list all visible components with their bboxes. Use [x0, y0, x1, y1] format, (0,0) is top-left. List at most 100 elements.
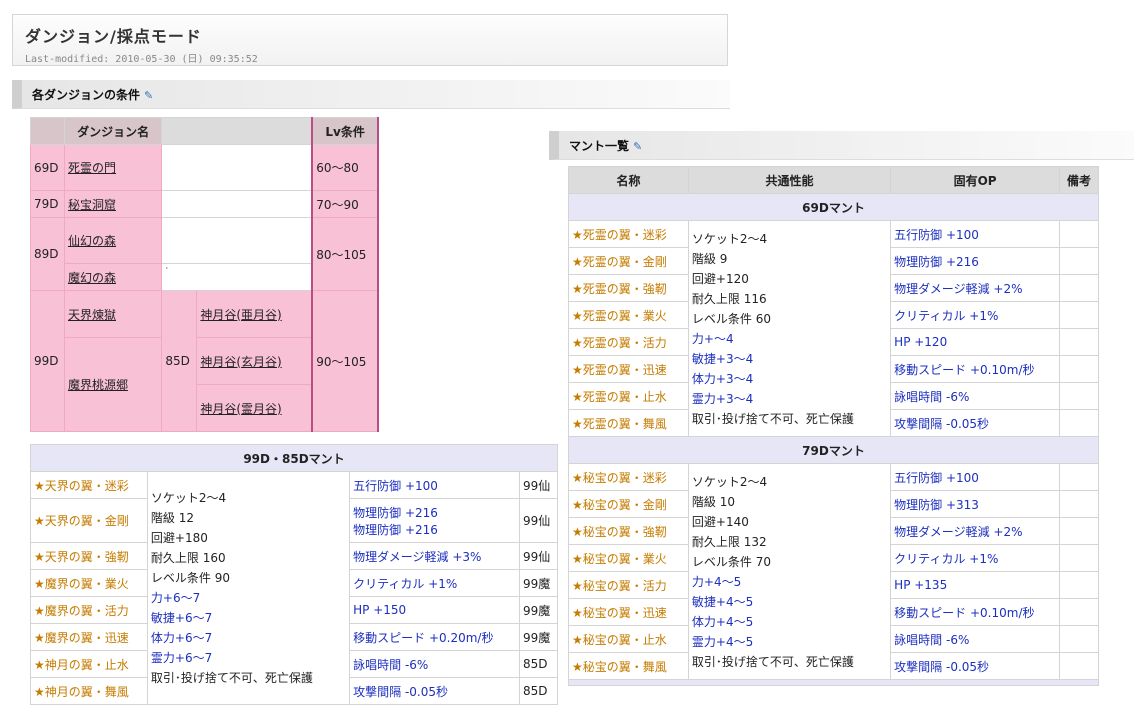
- dungeon-name-link[interactable]: 魔界桃源郷: [63, 337, 163, 432]
- unique-op-value: 詠唱時間 -6%: [353, 657, 429, 672]
- dungeon-code: 89D: [30, 217, 65, 291]
- unique-op: 物理ダメージ軽減 +2%: [890, 517, 1061, 545]
- common-stat-bonus: 力+6～7: [150, 591, 201, 605]
- page-header: ダンジョン/採点モード Last-modified: 2010-05-30 (日…: [12, 14, 728, 66]
- unique-op: 物理防御 +216: [890, 247, 1061, 275]
- sub-dungeon-code: 85D: [161, 290, 198, 432]
- mantle-name: ★死霊の翼・活力: [568, 328, 689, 356]
- dungeon-name-link[interactable]: 天界煉獄: [63, 290, 163, 338]
- unique-op: 詠唱時間 -6%: [349, 650, 520, 678]
- mantle-name: ★魔界の翼・業火: [30, 569, 148, 597]
- col-header-common: 共通性能: [687, 166, 892, 194]
- unique-op-value: HP +150: [353, 603, 407, 617]
- mantle-table-main: 名称 共通性能 固有OP 備考 69Dマント ★死霊の翼・迷彩 ソケット2～4 階級 …: [568, 166, 1099, 686]
- common-stat: 回避+140: [691, 514, 749, 529]
- unique-op: クリティカル +1%: [890, 544, 1061, 572]
- unique-op: 詠唱時間 -6%: [890, 625, 1061, 653]
- unique-op-value: クリティカル +1%: [353, 576, 458, 591]
- table-row: ★死霊の翼・迷彩 ソケット2～4 階級 9 回避+120 耐久上限 116 レベル条件 6…: [568, 220, 1099, 437]
- remark: 85D: [519, 650, 558, 678]
- col-header-name: 名称: [568, 166, 689, 194]
- unique-op: HP +120: [890, 328, 1061, 356]
- unique-op: 移動スピード +0.20m/秒: [349, 623, 520, 651]
- common-stat-bonus: 力+～4: [691, 331, 734, 346]
- group-row: 79Dマント: [568, 436, 1099, 464]
- mantle-name: ★秘宝の翼・止水: [568, 625, 689, 653]
- section-heading-mantle: マント一覧 ✎: [549, 131, 1134, 160]
- mantle-name: ★魔界の翼・迅速: [30, 623, 148, 651]
- table-row: 79D 秘宝洞窟 70～90: [30, 190, 379, 218]
- last-modified: Last-modified: 2010-05-30 (日) 09:35:52: [25, 54, 258, 65]
- remark: [1059, 598, 1099, 626]
- sub-dungeon-link[interactable]: 神月谷(霊月谷): [196, 384, 313, 432]
- remark: [1059, 382, 1099, 410]
- table-row: 99D 天界煉獄 85D 神月谷(亜月谷) 90～105: [30, 290, 379, 432]
- col-header-op: 固有OP: [890, 166, 1061, 194]
- mantle-name: ★秘宝の翼・迷彩: [568, 463, 689, 491]
- unique-op: HP +150: [349, 596, 520, 624]
- common-stat: 回避+180: [150, 531, 208, 545]
- common-stat-bonus: 霊力+4～5: [691, 634, 754, 649]
- mantle-table-99d-85d: 99D・85Dマント ★天界の翼・迷彩 ソケット2～4 階級 12 回避+180 耐久上…: [30, 444, 558, 705]
- remark: 99魔: [519, 569, 558, 597]
- unique-op: 物理防御 +216 物理防御 +216: [349, 498, 520, 543]
- mantle-name: ★秘宝の翼・業火: [568, 544, 689, 572]
- dungeon-name-link[interactable]: 仙幻の森: [63, 217, 163, 264]
- group-header: 79Dマント: [568, 436, 1099, 464]
- unique-op: 移動スピード +0.10m/秒: [890, 598, 1061, 626]
- mantle-name: ★秘宝の翼・迅速: [568, 598, 689, 626]
- mantle-name: ★魔界の翼・活力: [30, 596, 148, 624]
- dungeon-name-link[interactable]: 魔幻の森: [63, 263, 163, 291]
- unique-op: 物理防御 +313: [890, 490, 1061, 518]
- mantle-name: ★死霊の翼・止水: [568, 382, 689, 410]
- remark: [1059, 220, 1099, 248]
- sub-dungeon-link[interactable]: 神月谷(亜月谷): [196, 290, 313, 338]
- common-stat: 耐久上限 116: [691, 291, 767, 306]
- unique-op: クリティカル +1%: [349, 569, 520, 597]
- lv-range: 80～105: [311, 217, 379, 291]
- dungeon-code: 99D: [30, 290, 65, 432]
- sub-dungeon-link[interactable]: 神月谷(玄月谷): [196, 337, 313, 385]
- unique-op-value: 攻撃間隔 -0.05秒: [353, 684, 448, 699]
- remark: [1059, 544, 1099, 572]
- common-stat-bonus: 霊力+3～4: [691, 391, 754, 406]
- mantle-name: ★神月の翼・止水: [30, 650, 148, 678]
- col-header-lv: Lv条件: [311, 117, 379, 145]
- mantle-name: ★死霊の翼・業火: [568, 301, 689, 329]
- remark: [1059, 652, 1099, 680]
- remark: [1059, 301, 1099, 329]
- dungeon-code: 69D: [30, 144, 65, 191]
- common-stat-bonus: 霊力+6～7: [150, 651, 213, 665]
- common-stat: ソケット2～4: [150, 491, 227, 505]
- unique-op: 詠唱時間 -6%: [890, 382, 1061, 410]
- dungeon-name-link[interactable]: 秘宝洞窟: [63, 190, 163, 218]
- page-title: ダンジョン/採点モード: [25, 27, 202, 46]
- unique-op: クリティカル +1%: [890, 301, 1061, 329]
- mantle-name: ★秘宝の翼・強靭: [568, 517, 689, 545]
- remark: [1059, 328, 1099, 356]
- remark: 99仙: [519, 471, 558, 499]
- group-header: 99D・85Dマント: [30, 444, 558, 472]
- common-stat: 耐久上限 132: [691, 534, 767, 549]
- common-stat: ソケット2～4: [691, 474, 768, 489]
- mantle-name: ★天界の翼・金剛: [30, 498, 148, 543]
- table-row: 89D 仙幻の森 80～105: [30, 217, 379, 291]
- common-stat: ソケット2～4: [691, 231, 768, 246]
- table-footer-bar: [568, 679, 1099, 686]
- edit-pencil-icon[interactable]: ✎: [633, 132, 642, 162]
- common-stat-tail: 取引･投げ捨て不可、死亡保護: [150, 671, 313, 685]
- common-stat-bonus: 敏捷+6～7: [150, 611, 213, 625]
- common-stat-tail: 取引･投げ捨て不可、死亡保護: [691, 411, 854, 426]
- common-stat-bonus: 敏捷+4～5: [691, 594, 754, 609]
- common-stats: ソケット2～4 階級 12 回避+180 耐久上限 160 レベル条件 90 力+6～7 敏…: [146, 471, 351, 705]
- edit-pencil-icon[interactable]: ✎: [144, 81, 153, 111]
- dungeon-code: 79D: [30, 190, 65, 218]
- col-header-note: 備考: [1059, 166, 1099, 194]
- dungeon-name-link[interactable]: 死霊の門: [63, 144, 163, 191]
- common-stat-bonus: 力+4～5: [691, 574, 742, 589]
- mantle-name: ★神月の翼・舞風: [30, 677, 148, 705]
- remark: [1059, 571, 1099, 599]
- common-stat: 階級 9: [691, 251, 728, 266]
- common-stat-tail: 取引･投げ捨て不可、死亡保護: [691, 654, 854, 669]
- remark: [1059, 274, 1099, 302]
